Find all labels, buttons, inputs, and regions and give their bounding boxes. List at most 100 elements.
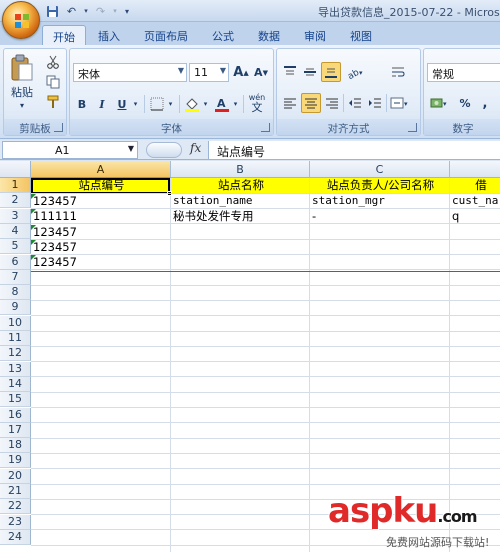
merge-center-icon[interactable]: ▾ xyxy=(389,94,411,112)
bold-button[interactable]: B xyxy=(73,95,91,113)
font-color-dropdown-icon[interactable]: ▾ xyxy=(231,95,240,113)
tab-review[interactable]: 审阅 xyxy=(294,25,336,45)
row-header-18[interactable]: 18 xyxy=(0,438,31,454)
borders-dropdown-icon[interactable]: ▾ xyxy=(166,95,175,113)
fill-color-dropdown-icon[interactable]: ▾ xyxy=(201,95,210,113)
wrap-text-icon[interactable] xyxy=(389,63,407,81)
row-header-8[interactable]: 8 xyxy=(0,285,31,301)
cell-c3[interactable]: - xyxy=(310,209,449,224)
row-header-19[interactable]: 19 xyxy=(0,453,31,469)
cell-a5[interactable]: 123457 xyxy=(31,240,170,255)
number-as-text-indicator-icon[interactable] xyxy=(31,209,36,214)
redo-dropdown-icon[interactable]: ▾ xyxy=(111,3,119,19)
name-box[interactable]: A1 ▼ xyxy=(2,141,138,159)
row-header-24[interactable]: 24 xyxy=(0,529,31,545)
cell-b3[interactable]: 秘书处发件专用 xyxy=(171,209,309,224)
number-as-text-indicator-icon[interactable] xyxy=(31,240,36,245)
formula-input[interactable]: 站点编号 xyxy=(208,141,500,159)
cell-d2[interactable]: cust_na xyxy=(450,194,500,209)
row-header-7[interactable]: 7 xyxy=(0,269,31,285)
column-header-b[interactable]: B xyxy=(171,161,310,178)
row-header-11[interactable]: 11 xyxy=(0,331,31,346)
column-header-c[interactable]: C xyxy=(310,161,450,178)
cell-a3[interactable]: 111111 xyxy=(31,209,170,224)
underline-button[interactable]: U xyxy=(113,95,131,113)
align-bottom-icon[interactable] xyxy=(321,62,341,82)
increase-indent-icon[interactable] xyxy=(366,94,384,112)
select-all-corner[interactable] xyxy=(0,161,31,178)
row-header-17[interactable]: 17 xyxy=(0,422,31,438)
insert-function-icon[interactable]: fx xyxy=(190,141,201,155)
cut-icon[interactable] xyxy=(44,53,62,71)
cell-d1[interactable]: 借 xyxy=(450,178,500,193)
tab-data[interactable]: 数据 xyxy=(248,25,290,45)
clipboard-dialog-launcher[interactable] xyxy=(54,123,63,132)
row-header-5[interactable]: 5 xyxy=(0,239,31,255)
row-header-6[interactable]: 6 xyxy=(0,254,31,270)
align-right-icon[interactable] xyxy=(323,94,341,112)
office-button[interactable] xyxy=(2,1,40,39)
row-header-3[interactable]: 3 xyxy=(0,208,31,224)
cell-d3[interactable]: q xyxy=(450,209,500,224)
row-header-22[interactable]: 22 xyxy=(0,499,31,515)
row-header-13[interactable]: 13 xyxy=(0,361,31,377)
underline-dropdown-icon[interactable]: ▾ xyxy=(131,95,140,113)
fill-color-icon[interactable] xyxy=(183,95,201,113)
number-format-select[interactable]: 常规 xyxy=(427,63,500,82)
align-left-icon[interactable] xyxy=(281,94,299,112)
row-header-10[interactable]: 10 xyxy=(0,315,31,331)
row-header-12[interactable]: 12 xyxy=(0,346,31,362)
cell-c2[interactable]: station_mgr xyxy=(310,194,449,209)
tab-page-layout[interactable]: 页面布局 xyxy=(134,25,198,45)
row-header-9[interactable]: 9 xyxy=(0,300,31,316)
column-header-a[interactable]: A xyxy=(31,161,171,178)
accounting-format-icon[interactable]: ▾ xyxy=(428,94,452,112)
font-name-select[interactable]: 宋体 ▼ xyxy=(73,63,187,82)
copy-icon[interactable] xyxy=(44,73,62,91)
redo-icon[interactable]: ↷ xyxy=(92,3,109,19)
cell-a6[interactable]: 123457 xyxy=(31,255,170,270)
font-dialog-launcher[interactable] xyxy=(261,123,270,132)
borders-icon[interactable] xyxy=(148,95,166,113)
customize-qat-icon[interactable]: ▾ xyxy=(121,3,133,19)
number-as-text-indicator-icon[interactable] xyxy=(31,225,36,230)
align-top-icon[interactable] xyxy=(281,63,299,81)
align-middle-icon[interactable] xyxy=(301,63,319,81)
row-header-1[interactable]: 1 xyxy=(0,178,31,193)
undo-dropdown-icon[interactable]: ▾ xyxy=(82,3,90,19)
row-header-15[interactable]: 15 xyxy=(0,392,31,408)
cell-c1[interactable]: 站点负责人/公司名称 xyxy=(310,178,449,193)
italic-button[interactable]: I xyxy=(93,95,111,113)
tab-view[interactable]: 视图 xyxy=(340,25,382,45)
cell-b1[interactable]: 站点名称 xyxy=(171,178,309,193)
tab-home[interactable]: 开始 xyxy=(42,25,86,45)
grow-font-button[interactable]: A ▲ xyxy=(232,63,250,82)
alignment-dialog-launcher[interactable] xyxy=(408,123,417,132)
row-header-4[interactable]: 4 xyxy=(0,223,31,239)
orientation-icon[interactable]: ab ▾ xyxy=(345,63,367,81)
number-as-text-indicator-icon[interactable] xyxy=(31,255,36,260)
row-header-16[interactable]: 16 xyxy=(0,407,31,423)
font-size-select[interactable]: 11 ▼ xyxy=(189,63,229,82)
decrease-indent-icon[interactable] xyxy=(346,94,364,112)
undo-icon[interactable]: ↶ xyxy=(63,3,80,19)
paste-button[interactable]: 粘贴 xyxy=(8,85,36,99)
save-icon[interactable] xyxy=(44,3,61,19)
phonetic-guide-button[interactable]: wén 文 xyxy=(246,93,268,113)
number-as-text-indicator-icon[interactable] xyxy=(31,194,36,199)
row-header-14[interactable]: 14 xyxy=(0,376,31,392)
comma-style-button[interactable]: , xyxy=(478,94,492,112)
tab-insert[interactable]: 插入 xyxy=(88,25,130,45)
tab-formulas[interactable]: 公式 xyxy=(202,25,244,45)
paste-icon[interactable] xyxy=(8,53,36,83)
shrink-font-button[interactable]: A ▼ xyxy=(252,63,270,82)
format-painter-icon[interactable] xyxy=(44,93,62,111)
font-color-icon[interactable]: A xyxy=(213,95,231,113)
cell-a2[interactable]: 123457 xyxy=(31,194,170,209)
cell-b2[interactable]: station_name xyxy=(171,194,309,209)
worksheet-grid[interactable]: A B C 站点编号 站点名称 站点负责人/公司名称 借 123457 stat… xyxy=(0,161,500,552)
paste-dropdown-icon[interactable]: ▾ xyxy=(8,99,36,111)
align-center-icon[interactable] xyxy=(301,93,321,113)
row-header-20[interactable]: 20 xyxy=(0,468,31,484)
column-header-d[interactable] xyxy=(450,161,500,178)
